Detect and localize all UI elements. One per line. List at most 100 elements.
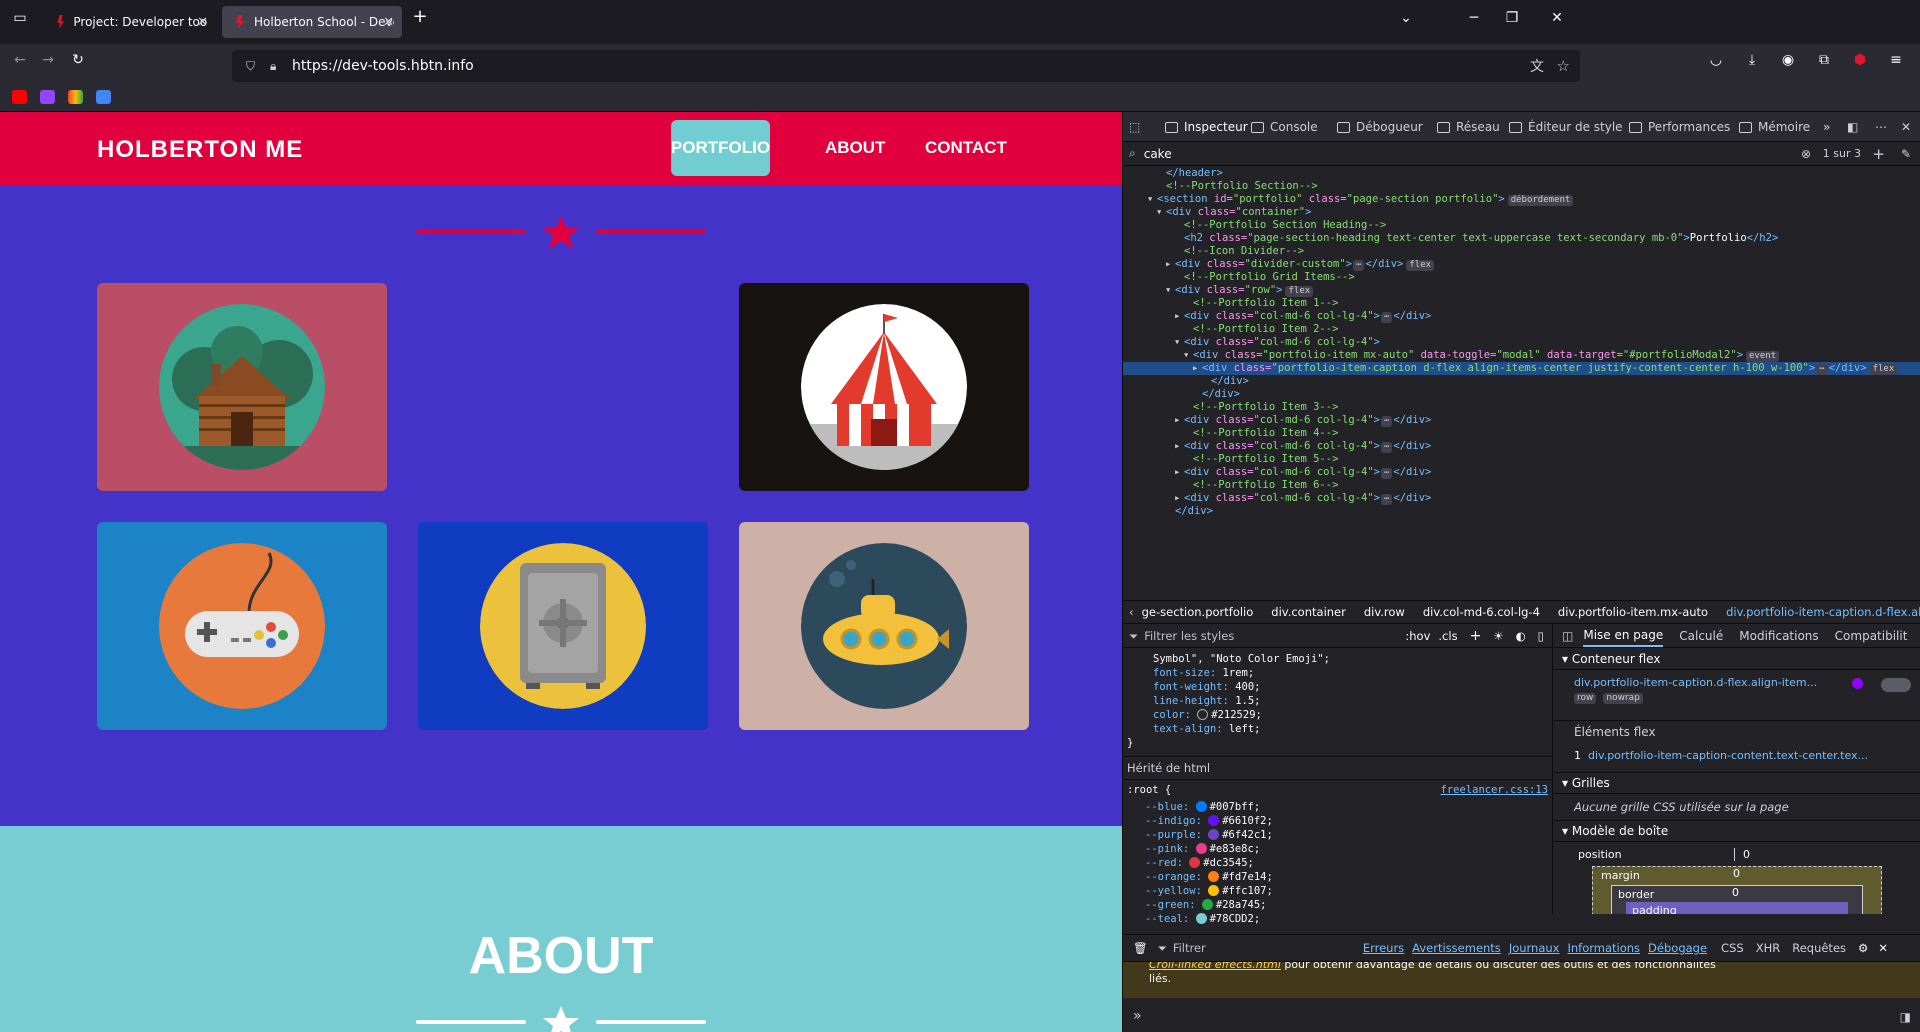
list-all-tabs-icon[interactable]: ⌄: [1394, 10, 1418, 26]
tab-inspecteur[interactable]: Inspecteur: [1165, 112, 1248, 142]
star-icon[interactable]: ☆: [1557, 57, 1570, 75]
portfolio-item-game[interactable]: [97, 522, 387, 730]
root-selector[interactable]: :root: [1127, 784, 1159, 796]
breadcrumb-item[interactable]: div.container: [1271, 605, 1346, 619]
menu-icon[interactable]: ≡: [1884, 52, 1908, 68]
eyedropper-icon[interactable]: ✎: [1901, 147, 1911, 161]
markup-line[interactable]: ▾ <section id="portfolio" class="page-sec…: [1123, 193, 1920, 206]
expand-toggle-icon[interactable]: ▾: [1174, 336, 1184, 349]
tab-memoire[interactable]: Mémoire: [1739, 112, 1810, 142]
extensions-icon[interactable]: ⧉: [1812, 52, 1836, 68]
nav-portfolio[interactable]: PORTFOLIO: [671, 120, 770, 176]
tab-mise-en-page[interactable]: Mise en page: [1583, 625, 1664, 647]
new-tab-button[interactable]: +: [408, 6, 432, 27]
portfolio-item-cabin[interactable]: [97, 283, 387, 491]
box-model-section[interactable]: ▾ Modèle de boîte: [1554, 820, 1920, 842]
portfolio-item-submarine[interactable]: [739, 522, 1029, 730]
url-text[interactable]: https://dev-tools.hbtn.info: [292, 58, 474, 74]
calendar-icon[interactable]: [96, 90, 111, 104]
options-icon[interactable]: ⋯: [1875, 112, 1887, 142]
flex-item-row[interactable]: 1 div.portfolio-item-caption-content.tex…: [1574, 749, 1901, 762]
css-variable[interactable]: --indigo: #6610f2;: [1123, 814, 1552, 828]
add-node-icon[interactable]: +: [1872, 145, 1885, 163]
youtube-icon[interactable]: [12, 90, 27, 104]
expand-toggle-icon[interactable]: ▸: [1174, 414, 1184, 427]
css-variable[interactable]: --pink: #e83e8c;: [1123, 842, 1552, 856]
expand-toggle-icon[interactable]: ▸: [1174, 492, 1184, 505]
css-variable[interactable]: --green: #28a745;: [1123, 898, 1552, 912]
console-settings-icon[interactable]: ⚙: [1858, 941, 1868, 955]
filter-xhr[interactable]: XHR: [1756, 941, 1781, 955]
markup-line[interactable]: ▾ <div class="portfolio-item mx-auto" dat…: [1123, 349, 1920, 362]
tab-performances[interactable]: Performances: [1629, 112, 1730, 142]
more-tabs-icon[interactable]: »: [1823, 112, 1830, 142]
box-margin[interactable]: margin 0 border 0 padding: [1592, 866, 1882, 914]
markup-line[interactable]: <!--Portfolio Item 2-->: [1123, 323, 1920, 336]
filter-styles-input[interactable]: Filtrer les styles: [1144, 629, 1234, 643]
lock-icon[interactable]: 🔒︎: [270, 59, 276, 74]
markup-badge[interactable]: flex: [1285, 286, 1314, 297]
markup-badge[interactable]: event: [1746, 351, 1780, 362]
firefox-view-icon[interactable]: ▭: [8, 10, 32, 26]
light-theme-icon[interactable]: ☀: [1493, 629, 1503, 643]
breadcrumb-item[interactable]: ge-section.portfolio: [1142, 605, 1254, 619]
dark-theme-icon[interactable]: ◐: [1516, 629, 1526, 643]
gmail-icon[interactable]: [68, 90, 83, 104]
markup-line[interactable]: <!--Portfolio Section-->: [1123, 180, 1920, 193]
markup-line[interactable]: <!--Portfolio Item 3-->: [1123, 401, 1920, 414]
restore-button[interactable]: ❐: [1500, 10, 1524, 26]
markup-line[interactable]: </div>: [1123, 388, 1920, 401]
markup-line[interactable]: <!--Portfolio Item 5-->: [1123, 453, 1920, 466]
markup-line[interactable]: </header>: [1123, 167, 1920, 180]
css-property[interactable]: font-size: 1rem;: [1123, 666, 1552, 680]
window-close-button[interactable]: ✕: [1545, 10, 1569, 26]
level-warnings[interactable]: Avertissements: [1412, 941, 1501, 955]
css-variable[interactable]: --purple: #6f42c1;: [1123, 828, 1552, 842]
stylesheet-link[interactable]: freelancer.css:13: [1441, 783, 1548, 797]
box-border[interactable]: border 0 padding: [1611, 885, 1863, 914]
box-margin-top[interactable]: 0: [1733, 867, 1740, 880]
hov-toggle[interactable]: :hov: [1405, 629, 1430, 643]
tab-close-icon[interactable]: ✕: [197, 15, 208, 30]
markup-line[interactable]: ▸ <div class="col-md-6 col-lg-4"> ⋯ </div>: [1123, 310, 1920, 323]
markup-line[interactable]: ▸ <div class="divider-custom"> ⋯ </div> flex: [1123, 258, 1920, 271]
markup-line[interactable]: ▸ <div class="col-md-6 col-lg-4"> ⋯ </div>: [1123, 466, 1920, 479]
markup-line[interactable]: ▸ <div class="col-md-6 col-lg-4"> ⋯ </div>: [1123, 492, 1920, 505]
reload-icon[interactable]: ↻: [66, 52, 90, 68]
css-variable[interactable]: --orange: #fd7e14;: [1123, 870, 1552, 884]
markup-badge[interactable]: flex: [1406, 260, 1435, 271]
expand-toggle-icon[interactable]: ▸: [1174, 310, 1184, 323]
twitch-icon[interactable]: [40, 90, 55, 104]
expand-toggle-icon[interactable]: ▾: [1165, 284, 1175, 297]
box-padding[interactable]: padding: [1626, 902, 1848, 914]
markup-badge[interactable]: débordement: [1507, 195, 1574, 206]
pick-element-icon[interactable]: ⬚: [1129, 112, 1140, 142]
markup-line[interactable]: ▾ <div class="col-md-6 col-lg-4">: [1123, 336, 1920, 349]
markup-line[interactable]: </div>: [1123, 505, 1920, 518]
breadcrumb-item-selected[interactable]: div.portfolio-item-caption.d-flex.align-…: [1726, 605, 1920, 619]
markup-line[interactable]: ▾ <div class="row"> flex: [1123, 284, 1920, 297]
markup-search[interactable]: ⌕ cake ⊗ 1 sur 3 + ✎: [1123, 142, 1920, 166]
downloads-icon[interactable]: ⤓: [1740, 52, 1764, 68]
filter-css[interactable]: CSS: [1721, 941, 1744, 955]
highlight-color-swatch[interactable]: [1852, 678, 1863, 689]
expand-toggle-icon[interactable]: ▸: [1165, 258, 1175, 271]
tab-1[interactable]: Holberton School - Developer t ✕: [222, 6, 402, 38]
url-bar[interactable]: ⛉ 🔒︎ https://dev-tools.hbtn.info 文 ☆: [232, 50, 1580, 82]
add-rule-icon[interactable]: +: [1470, 629, 1482, 643]
markup-line[interactable]: <!--Portfolio Item 1-->: [1123, 297, 1920, 310]
markup-line[interactable]: ▸ <div class="col-md-6 col-lg-4"> ⋯ </div>: [1123, 414, 1920, 427]
flex-highlight-toggle[interactable]: [1881, 678, 1911, 692]
console-input[interactable]: » ◨: [1123, 998, 1920, 1032]
tab-calcule[interactable]: Calculé: [1679, 629, 1723, 643]
filter-requests[interactable]: Requêtes: [1792, 941, 1846, 955]
level-debug[interactable]: Débogage: [1648, 941, 1707, 955]
flex-container-section[interactable]: ▾ Conteneur flex: [1554, 648, 1920, 670]
tab-editeur-style[interactable]: Éditeur de style: [1509, 112, 1623, 142]
console-close-icon[interactable]: ✕: [1878, 941, 1888, 955]
toggle-sidebar-icon[interactable]: ◫: [1562, 629, 1573, 643]
devtools-close-icon[interactable]: ✕: [1901, 112, 1911, 142]
cls-toggle[interactable]: .cls: [1438, 629, 1457, 643]
search-input[interactable]: cake: [1144, 147, 1172, 161]
markup-line[interactable]: </div>: [1123, 375, 1920, 388]
